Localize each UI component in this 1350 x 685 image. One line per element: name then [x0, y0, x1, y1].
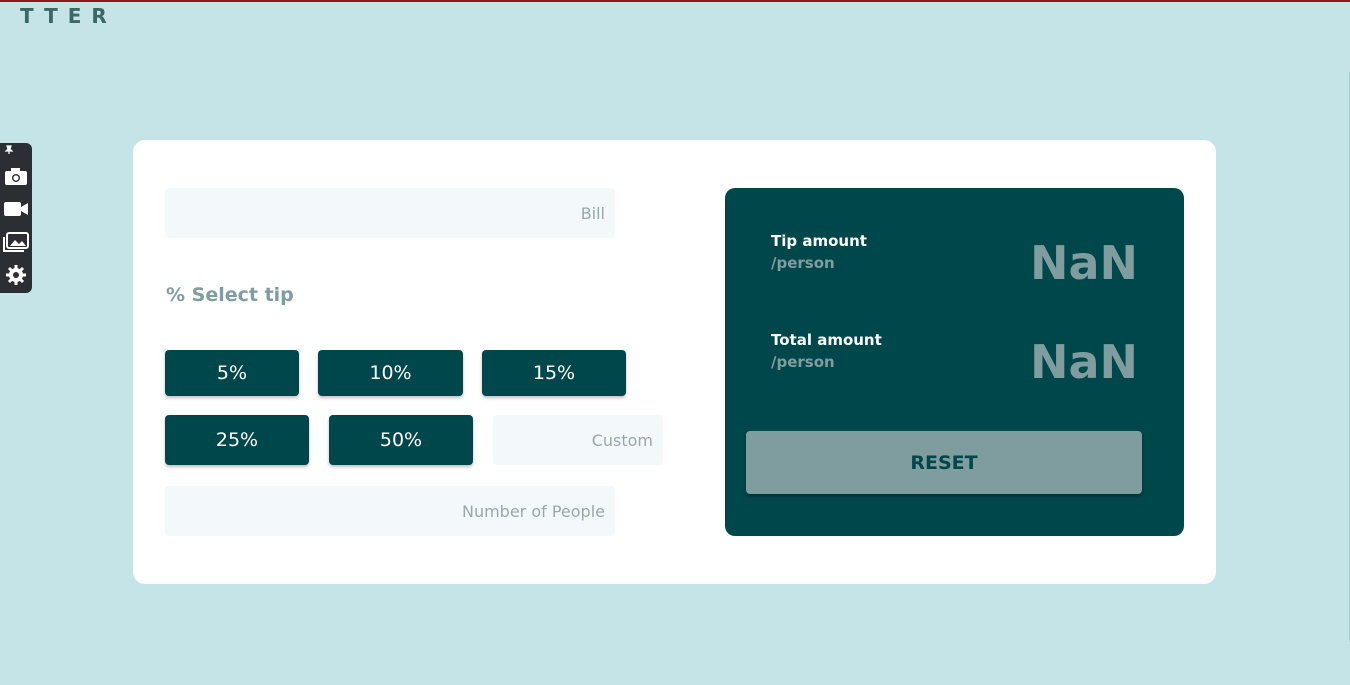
custom-tip-input[interactable]	[493, 415, 663, 465]
results-panel: Tip amount /person NaN Total amount /per…	[725, 188, 1184, 536]
tip-button-50[interactable]: 50%	[329, 415, 473, 465]
side-toolbar	[0, 143, 32, 293]
total-amount-label-group: Total amount /person	[771, 331, 882, 371]
tip-button-25[interactable]: 25%	[165, 415, 309, 465]
tip-button-5[interactable]: 5%	[165, 350, 299, 396]
total-per-person-label: /person	[771, 353, 835, 371]
reset-button[interactable]: RESET	[746, 431, 1142, 494]
bill-input[interactable]	[165, 188, 615, 238]
settings-icon[interactable]	[0, 258, 32, 291]
app-logo: TTER	[20, 4, 117, 28]
calculator-card: % Select tip 5% 10% 15% 25% 50% Tip amou…	[133, 140, 1216, 584]
total-amount-value: NaN	[1029, 335, 1138, 389]
tip-per-person-label: /person	[771, 254, 835, 272]
tip-amount-label-group: Tip amount /person	[771, 232, 867, 272]
tip-button-10[interactable]: 10%	[318, 350, 463, 396]
total-amount-label: Total amount	[771, 331, 882, 349]
tip-amount-value: NaN	[1029, 236, 1138, 290]
video-icon[interactable]	[0, 192, 32, 225]
people-input[interactable]	[165, 486, 615, 536]
tip-amount-label: Tip amount	[771, 232, 867, 250]
select-tip-label: % Select tip	[166, 284, 294, 306]
camera-icon[interactable]	[0, 159, 32, 192]
gallery-icon[interactable]	[0, 225, 32, 258]
tip-button-15[interactable]: 15%	[482, 350, 626, 396]
pin-icon[interactable]	[0, 145, 32, 159]
